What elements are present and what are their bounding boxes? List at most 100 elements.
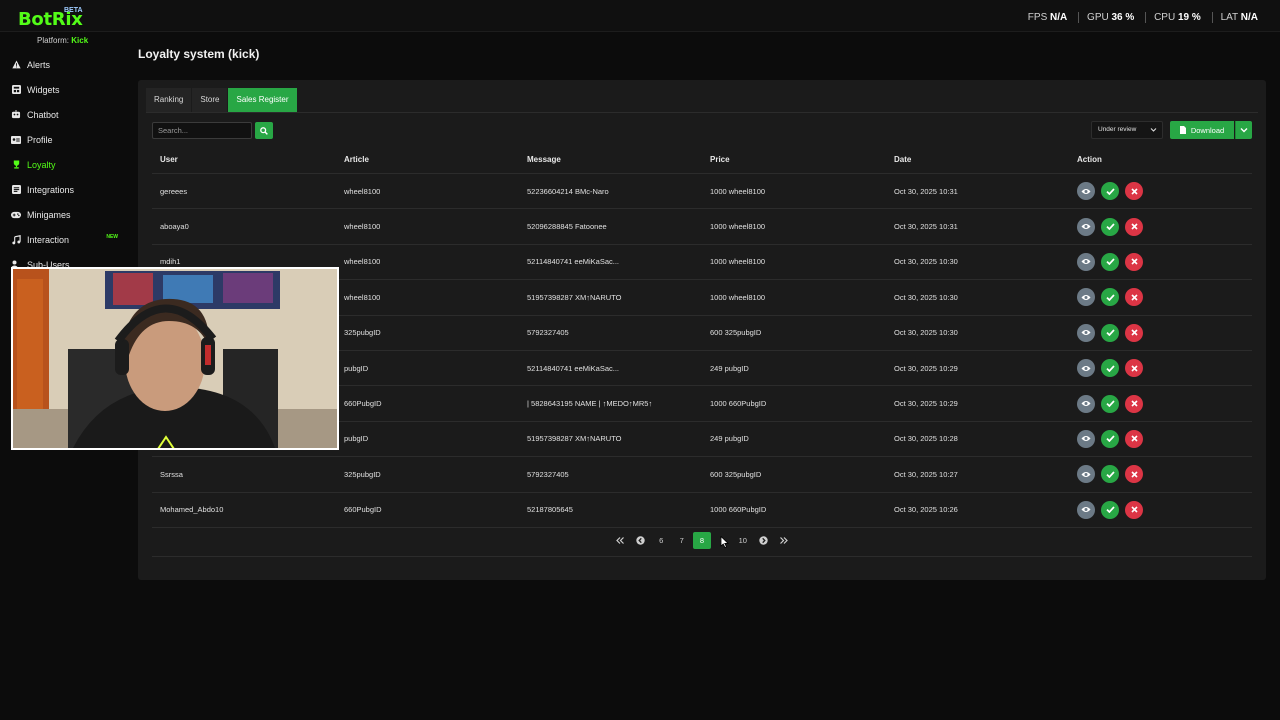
action-cell (1069, 359, 1252, 378)
table-row: aboaya0 wheel8100 52096288845 Fatoonee 1000… (152, 209, 1252, 245)
reject-button[interactable] (1125, 217, 1143, 236)
tab-store[interactable]: Store (192, 88, 228, 112)
view-button[interactable] (1077, 359, 1095, 378)
approve-button[interactable] (1101, 217, 1119, 236)
chevron-left-circle-icon (636, 536, 645, 545)
reject-button[interactable] (1125, 252, 1143, 271)
sidebar-item-widgets[interactable]: Widgets (0, 77, 128, 102)
eye-icon (1081, 329, 1091, 336)
price-cell: 600 325pubgID (710, 328, 762, 338)
check-icon (1105, 294, 1115, 301)
approve-button[interactable] (1101, 429, 1119, 448)
eye-icon (1081, 188, 1091, 195)
sidebar-item-minigames[interactable]: Minigames (0, 202, 128, 227)
close-icon (1130, 188, 1138, 195)
mouse-cursor-icon (720, 535, 729, 553)
latency-stat: LAT N/A (1211, 12, 1266, 23)
reject-button[interactable] (1125, 359, 1143, 378)
message-cell: 5792327405 (527, 469, 569, 479)
column-header[interactable]: User (152, 155, 336, 164)
message-cell: 52236604214 BMc-Naro (527, 186, 609, 196)
check-icon (1105, 400, 1115, 408)
price-cell: 600 325pubgID (710, 469, 762, 479)
action-cell (1069, 500, 1252, 519)
first-page-button[interactable] (610, 532, 631, 549)
reject-button[interactable] (1125, 500, 1143, 519)
column-header[interactable]: Date (886, 155, 1069, 164)
page-10-button[interactable]: 10 (733, 532, 754, 549)
sidebar-item-integrations[interactable]: Integrations (0, 177, 128, 202)
page-8-button[interactable]: 8 (693, 532, 711, 549)
download-options-toggle[interactable] (1235, 121, 1252, 139)
approve-button[interactable] (1101, 394, 1119, 413)
approve-button[interactable] (1101, 359, 1119, 378)
approve-button[interactable] (1101, 323, 1119, 342)
sidebar-item-chatbot[interactable]: Chatbot (0, 102, 128, 127)
price-cell: 1000 wheel8100 (710, 222, 766, 232)
reject-button[interactable] (1125, 394, 1143, 413)
view-button[interactable] (1077, 182, 1095, 201)
sidebar-item-loyalty[interactable]: Loyalty (0, 152, 128, 177)
approve-button[interactable] (1101, 500, 1119, 519)
music-icon (11, 234, 21, 245)
date-cell: Oct 30, 2025 10:29 (894, 399, 958, 409)
sidebar-item-interaction[interactable]: Interaction NEW (0, 227, 128, 252)
action-cell (1069, 394, 1252, 413)
approve-button[interactable] (1101, 465, 1119, 484)
approve-button[interactable] (1101, 182, 1119, 201)
user-cell: Mohamed_Abdo10 (160, 505, 224, 515)
article-cell: 660PubgID (344, 505, 382, 515)
last-page-button[interactable] (774, 532, 795, 549)
reject-button[interactable] (1125, 465, 1143, 484)
user-cell: mdih1 (160, 257, 181, 267)
sidebar-item-alerts[interactable]: Alerts (0, 52, 128, 77)
sidebar-item-profile[interactable]: Profile (0, 127, 128, 152)
view-button[interactable] (1077, 500, 1095, 519)
message-cell: 52114840741 eeMiKaSac... (527, 363, 620, 373)
footer-divider (152, 556, 1252, 557)
view-button[interactable] (1077, 288, 1095, 307)
eye-icon (1081, 258, 1091, 265)
eye-icon (1081, 506, 1091, 513)
view-button[interactable] (1077, 252, 1095, 271)
tab-sales-register[interactable]: Sales Register (228, 88, 297, 112)
download-button[interactable]: Download (1170, 121, 1234, 139)
pagination: 6 7 8 9 10 (138, 532, 1266, 549)
action-cell (1069, 182, 1252, 201)
action-cell (1069, 252, 1252, 271)
search-icon (260, 126, 268, 135)
check-icon (1105, 365, 1115, 372)
table-row: Mohamed_Abdo10 660PubgID 52187805645 1000 6… (152, 493, 1252, 528)
approve-button[interactable] (1101, 252, 1119, 271)
approve-button[interactable] (1101, 288, 1119, 307)
reject-button[interactable] (1125, 429, 1143, 448)
column-header[interactable]: Article (336, 155, 519, 164)
column-header: Action (1077, 155, 1102, 164)
view-button[interactable] (1077, 394, 1095, 413)
view-button[interactable] (1077, 323, 1095, 342)
column-header[interactable]: Message (519, 155, 702, 164)
tab-ranking[interactable]: Ranking (146, 88, 192, 112)
reject-button[interactable] (1125, 323, 1143, 342)
price-cell: 1000 660PubgID (710, 399, 767, 409)
status-filter-select[interactable]: Under review (1091, 121, 1163, 139)
action-cell (1069, 429, 1252, 448)
view-button[interactable] (1077, 217, 1095, 236)
table-row: gereees wheel8100 52236604214 BMc-Naro 1000… (152, 174, 1252, 210)
next-page-button[interactable] (753, 532, 774, 549)
reject-button[interactable] (1125, 182, 1143, 201)
search-input[interactable] (152, 122, 252, 139)
search-button[interactable] (255, 122, 273, 139)
view-button[interactable] (1077, 465, 1095, 484)
eye-icon (1081, 294, 1091, 301)
eye-icon (1081, 435, 1091, 442)
price-cell: 1000 wheel8100 (710, 257, 766, 267)
reject-button[interactable] (1125, 288, 1143, 307)
page-6-button[interactable]: 6 (651, 532, 672, 549)
article-cell: wheel8100 (344, 257, 381, 267)
previous-page-button[interactable] (631, 532, 652, 549)
page-7-button[interactable]: 7 (672, 532, 693, 549)
view-button[interactable] (1077, 429, 1095, 448)
column-header[interactable]: Price (702, 155, 886, 164)
date-cell: Oct 30, 2025 10:30 (894, 328, 958, 338)
